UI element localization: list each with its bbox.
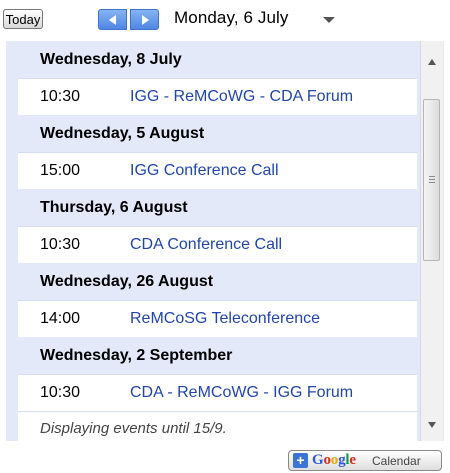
event-title-link[interactable]: IGG - ReMCoWG - CDA Forum: [130, 79, 353, 115]
day-header: Wednesday, 26 August: [18, 263, 417, 300]
event-time: 10:30: [40, 236, 81, 253]
agenda-list: Wednesday, 8 July 10:30 IGG - ReMCoWG - …: [18, 41, 417, 441]
event-item[interactable]: 10:30 CDA Conference Call: [18, 226, 417, 263]
agenda-list-panel: Wednesday, 8 July 10:30 IGG - ReMCoWG - …: [6, 41, 444, 441]
event-time: 14:00: [40, 310, 81, 327]
day-header: Wednesday, 2 September: [18, 337, 417, 374]
next-button[interactable]: [130, 9, 159, 30]
day-header: Thursday, 6 August: [18, 189, 417, 226]
event-time: 10:30: [40, 384, 81, 401]
chevron-left-icon: [109, 15, 116, 25]
event-time: 10:30: [40, 88, 81, 105]
day-header: Wednesday, 5 August: [18, 115, 417, 152]
scroll-down-arrow-icon[interactable]: [428, 422, 436, 428]
event-item[interactable]: 10:30 CDA - ReMCoWG - IGG Forum: [18, 374, 417, 411]
gcal-button-label: Calendar: [372, 454, 421, 468]
scrollbar-thumb[interactable]: [423, 99, 440, 261]
today-button[interactable]: Today: [3, 9, 43, 29]
grip-icon: [429, 176, 435, 177]
chevron-right-icon: [142, 15, 149, 25]
event-title-link[interactable]: CDA Conference Call: [130, 227, 282, 263]
current-date-title[interactable]: Monday, 6 July: [174, 8, 288, 28]
chevron-down-icon[interactable]: [323, 17, 335, 23]
event-time: 15:00: [40, 162, 81, 179]
event-title-link[interactable]: ReMCoSG Teleconference: [130, 301, 320, 337]
display-range-note: Displaying events until 15/9.: [18, 411, 417, 441]
event-item[interactable]: 10:30 IGG - ReMCoWG - CDA Forum: [18, 78, 417, 115]
google-logo: Google: [312, 452, 356, 468]
event-item[interactable]: 14:00 ReMCoSG Teleconference: [18, 300, 417, 337]
event-title-link[interactable]: IGG Conference Call: [130, 153, 279, 189]
toolbar: Today Monday, 6 July: [0, 0, 450, 40]
event-item[interactable]: 15:00 IGG Conference Call: [18, 152, 417, 189]
day-header: Wednesday, 8 July: [18, 41, 417, 78]
event-title-link[interactable]: CDA - ReMCoWG - IGG Forum: [130, 375, 353, 411]
scroll-up-arrow-icon[interactable]: [428, 59, 436, 65]
google-calendar-button[interactable]: + Google Calendar: [288, 450, 442, 471]
previous-button[interactable]: [98, 9, 127, 30]
vertical-scrollbar[interactable]: [420, 41, 443, 441]
plus-icon: +: [293, 453, 308, 468]
